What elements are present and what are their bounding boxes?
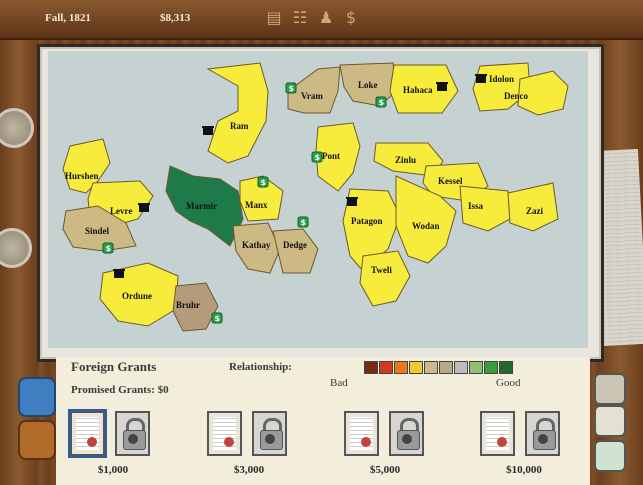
relationship-swatch [499,361,513,374]
globe-icon[interactable] [594,440,626,472]
country-label-marmir: Marmir [186,201,217,211]
money-icon: $ [297,216,309,228]
country-label-dedge: Dedge [283,240,307,250]
money-icon: $ [257,176,269,188]
dollar-icon[interactable]: $ [343,8,359,28]
country-label-loke: Loke [358,80,378,90]
grant-amount-10000: $10,000 [506,464,542,476]
good-label: Good [496,377,521,389]
relationship-swatch [439,361,453,374]
grant-document-button-5000[interactable] [344,411,379,456]
grant-document-button-1000[interactable] [70,411,105,456]
country-label-denco: Denco [504,91,528,101]
grant-lock-button-10000[interactable] [525,411,560,456]
country-label-vram: Vram [301,91,323,101]
briefcase-button[interactable] [18,420,56,460]
capitol-icon [113,269,125,278]
capitol-icon [346,197,358,206]
country-label-patagon: Patagon [351,216,383,226]
capitol-icon [202,126,214,135]
info-button[interactable] [18,377,56,417]
svg-text:$: $ [261,178,267,187]
grant-document-button-3000[interactable] [207,411,242,456]
relationship-swatch [454,361,468,374]
country-label-zazi: Zazi [526,206,543,216]
country-label-wodan: Wodan [412,221,440,231]
country-label-bruhr: Bruhr [176,300,200,310]
svg-text:$: $ [106,244,112,253]
temple-icon[interactable]: ☷ [292,8,308,28]
country-label-idolon: Idolon [489,74,514,84]
grant-amount-5000: $5,000 [369,464,401,476]
parliament-icon[interactable]: ▤ [266,8,282,28]
capitol-icon [475,74,487,83]
grant-lock-button-5000[interactable] [389,411,424,456]
relationship-swatch [409,361,423,374]
country-tweli [359,250,411,307]
country-label-kathay: Kathay [242,240,271,250]
panel-title: Foreign Grants [71,359,157,374]
capitol-icon [436,82,448,91]
hand-icon[interactable] [594,373,626,405]
country-label-ordune: Ordune [122,291,152,301]
country-label-sindel: Sindel [85,226,110,236]
seal-icon [361,437,371,447]
svg-text:$: $ [379,98,385,107]
grant-lock-button-3000[interactable] [252,411,287,456]
svg-text:$: $ [315,153,321,162]
seal-icon [87,437,97,447]
treasury-amount: $8,313 [160,12,191,24]
document-icon[interactable] [594,405,626,437]
grant-amount-3000: $3,000 [233,464,265,476]
svg-text:$: $ [301,218,307,227]
statue-icon[interactable]: ♟ [318,8,334,28]
world-map-svg[interactable]: Ram Vram Loke Hahaca Idolon Denco Hurshe… [48,51,588,348]
game-date: Fall, 1821 [45,12,91,24]
promised-grants: Promised Grants: $0 [71,384,169,396]
country-label-hahaca: Hahaca [403,85,433,95]
money-icon: $ [285,82,297,94]
bad-label: Bad [330,377,348,389]
capitol-icon [138,203,150,212]
money-icon: $ [211,312,223,324]
grant-document-button-10000[interactable] [480,411,515,456]
grant-lock-button-1000[interactable] [115,411,150,456]
country-label-kessel: Kessel [438,176,463,186]
money-icon: $ [102,242,114,254]
country-label-zinlu: Zinlu [395,155,416,165]
country-label-hurshen: Hurshen [65,171,99,181]
money-icon: $ [375,96,387,108]
top-status-bar: Fall, 1821 $8,313 ▤ ☷ ♟ $ [0,0,643,40]
country-label-levre: Levre [110,206,132,216]
country-dedge [272,228,319,274]
svg-text:$: $ [215,314,221,323]
money-icon: $ [311,151,323,163]
country-label-issa: Issa [468,201,484,211]
relationship-swatch [379,361,393,374]
grant-amount-1000: $1,000 [97,464,129,476]
relationship-swatch [484,361,498,374]
seal-icon [497,437,507,447]
relationship-swatch [394,361,408,374]
relationship-label: Relationship: [229,361,292,373]
seal-icon [224,437,234,447]
country-label-pont: Pont [322,151,340,161]
relationship-swatch [364,361,378,374]
relationship-swatch [469,361,483,374]
relationship-swatch [424,361,438,374]
world-map[interactable]: Ram Vram Loke Hahaca Idolon Denco Hurshe… [48,51,588,348]
relationship-scale [364,361,514,374]
country-label-manx: Manx [245,200,268,210]
country-label-tweli: Tweli [371,265,392,275]
svg-text:$: $ [289,84,295,93]
country-ram [206,62,269,164]
country-label-ram: Ram [230,121,249,131]
